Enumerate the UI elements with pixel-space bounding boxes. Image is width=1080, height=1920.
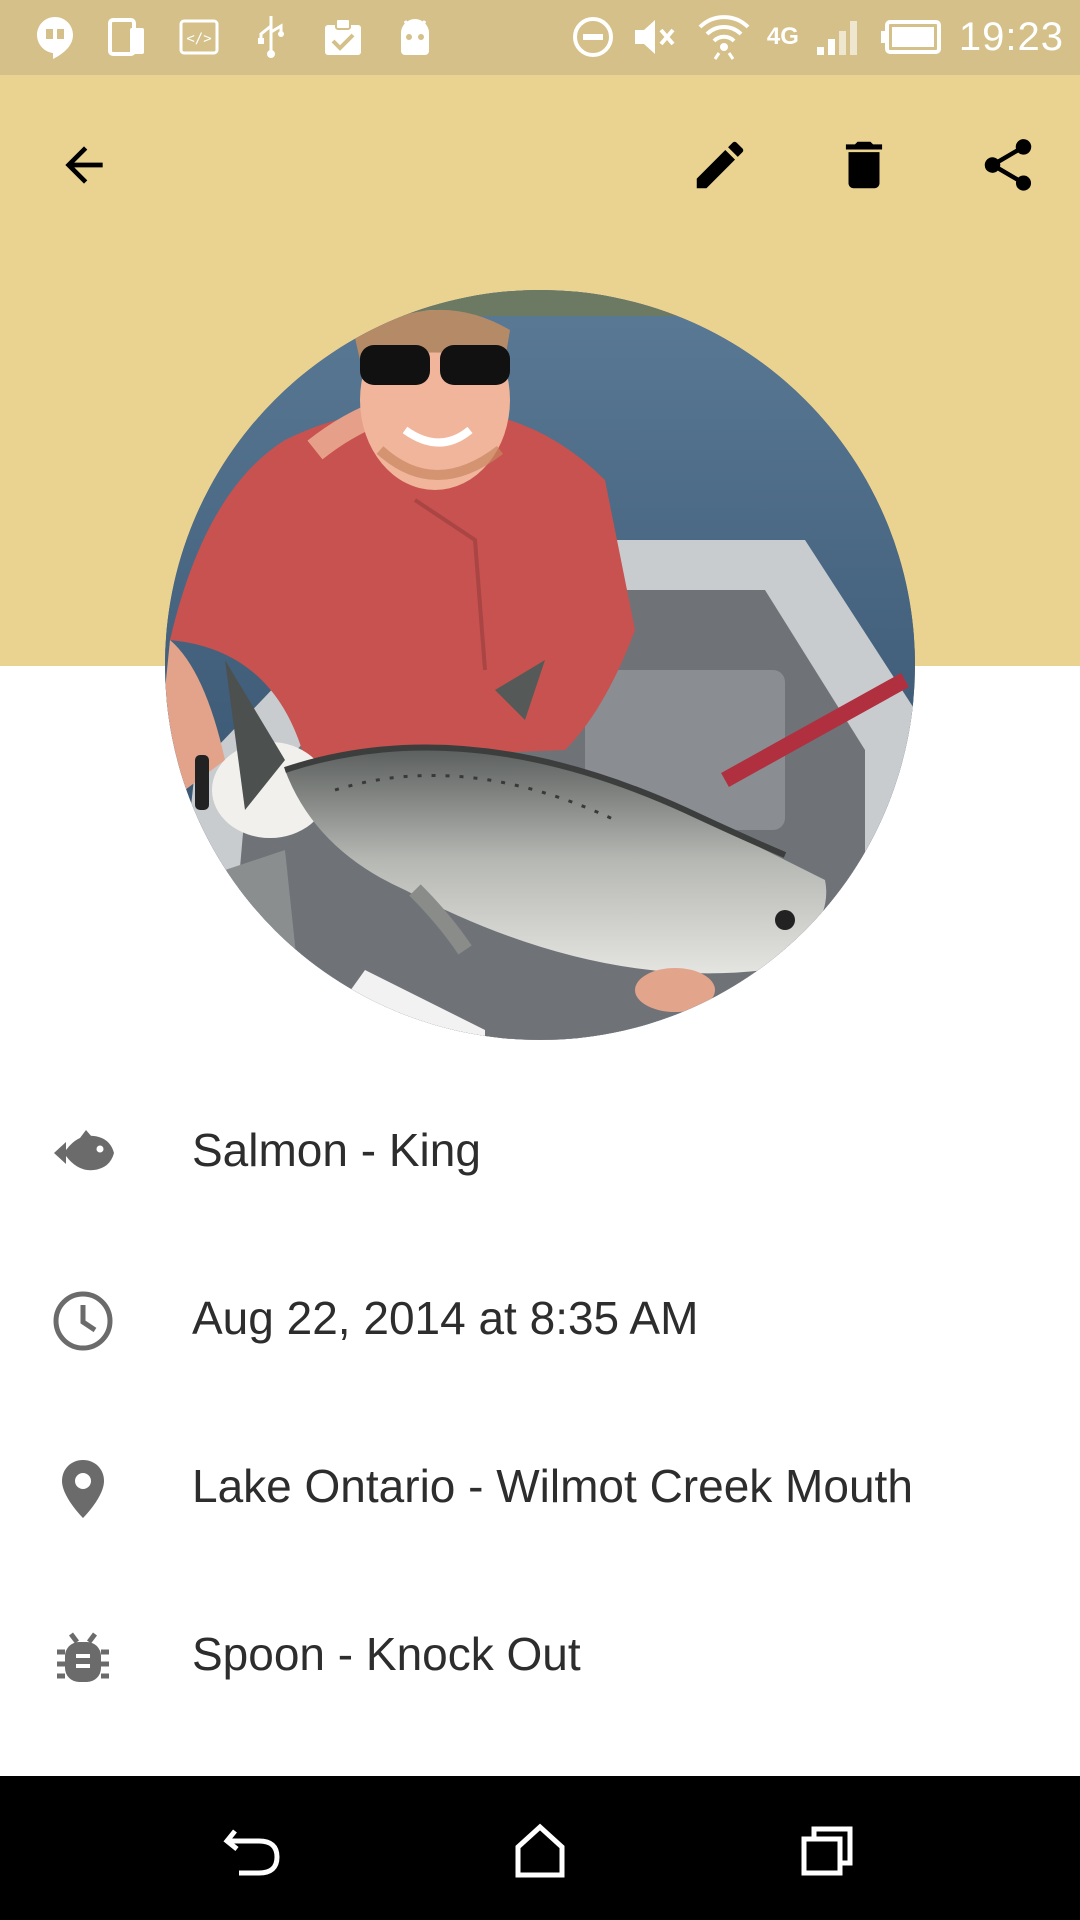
clock: 19:23	[959, 10, 1064, 64]
wifi-icon	[697, 10, 751, 64]
clipboard-check-icon	[318, 12, 368, 62]
nav-back-icon	[223, 1829, 280, 1876]
arrow-back-icon	[65, 146, 103, 184]
usb-icon	[246, 12, 296, 62]
network-type-label: 4G	[766, 23, 799, 50]
pencil-icon	[696, 141, 744, 189]
nav-home-icon	[515, 1823, 565, 1878]
nav-home-button[interactable]	[490, 1806, 590, 1896]
muted-speaker-icon	[631, 10, 681, 64]
species-row[interactable]: Salmon - King	[0, 1090, 1080, 1210]
location-pin-icon	[50, 1456, 116, 1522]
network-type-icon: 4G	[767, 10, 799, 64]
delete-button[interactable]	[824, 125, 904, 205]
clock-icon	[50, 1288, 116, 1354]
bug-icon	[50, 1624, 116, 1690]
datetime-label: Aug 22, 2014 at 8:35 AM	[192, 1292, 699, 1344]
svg-text:</>: </>	[186, 31, 211, 47]
system-icons: 4G 19:23	[571, 10, 1064, 64]
nav-back-button[interactable]	[203, 1806, 303, 1896]
edit-button[interactable]	[680, 125, 760, 205]
trash-icon	[845, 141, 883, 189]
bait-label: Spoon - Knock Out	[192, 1628, 581, 1680]
datetime-row[interactable]: Aug 22, 2014 at 8:35 AM	[0, 1258, 1080, 1378]
signal-icon	[815, 10, 865, 64]
back-button[interactable]	[44, 125, 124, 205]
bait-row[interactable]: Spoon - Knock Out	[0, 1594, 1080, 1714]
species-label: Salmon - King	[192, 1124, 481, 1176]
share-icon	[984, 139, 1032, 191]
device-icon	[102, 12, 152, 62]
status-bar: </> 4G 19:23	[0, 0, 1080, 75]
location-label: Lake Ontario - Wilmot Creek Mouth	[192, 1460, 913, 1512]
do-not-disturb-icon	[571, 10, 615, 64]
battery-icon	[880, 10, 943, 64]
fish-icon	[50, 1120, 116, 1186]
status-time: 19:23	[958, 14, 1064, 59]
location-row[interactable]: Lake Ontario - Wilmot Creek Mouth	[0, 1426, 1080, 1546]
hangouts-icon	[30, 12, 80, 62]
navigation-bar	[0, 1776, 1080, 1920]
share-button[interactable]	[968, 125, 1048, 205]
nav-recents-button[interactable]	[777, 1806, 877, 1896]
notification-icons: </>	[30, 12, 440, 62]
nav-recents-icon	[801, 1826, 853, 1876]
catch-photo[interactable]	[165, 290, 915, 1040]
code-icon: </>	[174, 12, 224, 62]
android-icon	[390, 12, 440, 62]
